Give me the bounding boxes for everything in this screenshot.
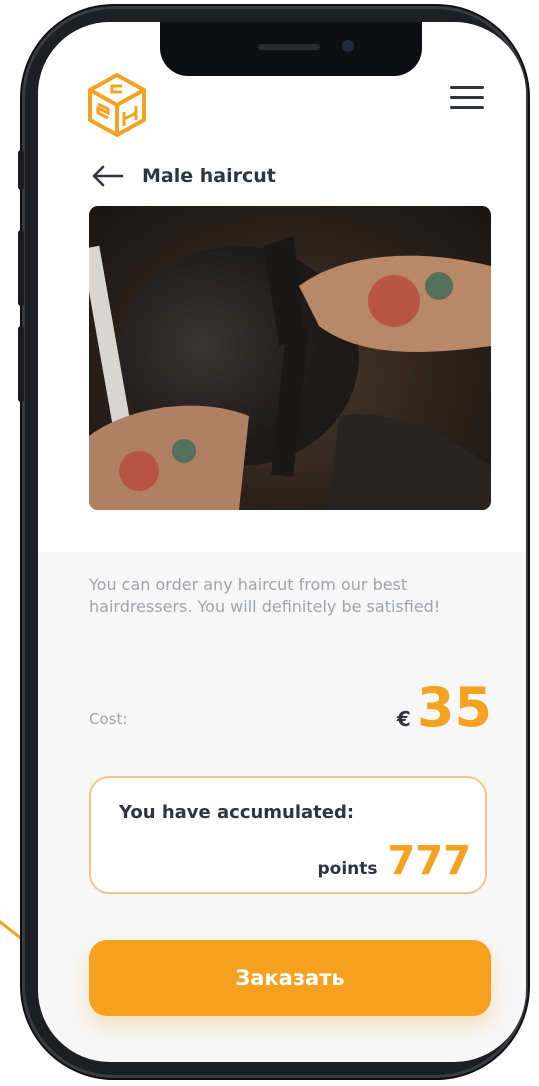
page-title: Male haircut — [142, 165, 276, 187]
points-value: 777 — [387, 838, 472, 884]
speaker-icon — [258, 44, 320, 50]
price-value: 35 — [416, 676, 492, 739]
hamburger-menu-icon[interactable] — [448, 82, 488, 112]
phone-notch — [160, 22, 422, 76]
points-card: You have accumulated: points 777 — [89, 776, 487, 894]
camera-icon — [342, 40, 354, 52]
currency-symbol: € — [396, 707, 411, 731]
phone-side-button-volume-down — [18, 326, 24, 402]
phone-screen: Male haircut You can order any haircut f… — [38, 22, 526, 1062]
cost-label: Cost: — [89, 710, 128, 728]
phone-side-button-volume-up — [18, 230, 24, 306]
gsh-cube-logo-icon[interactable] — [86, 72, 148, 138]
price: € 35 — [397, 676, 492, 740]
arrow-left-icon[interactable] — [90, 164, 124, 188]
service-description: You can order any haircut from our best … — [89, 575, 441, 616]
points-card-title: You have accumulated: — [119, 802, 355, 823]
page-header: Male haircut — [90, 160, 276, 192]
order-button[interactable]: Заказать — [89, 940, 491, 1016]
points-label: points — [317, 859, 378, 879]
points-row: points 777 — [317, 838, 471, 884]
haircut-photo — [89, 206, 491, 510]
phone-side-button-silent — [18, 150, 24, 190]
